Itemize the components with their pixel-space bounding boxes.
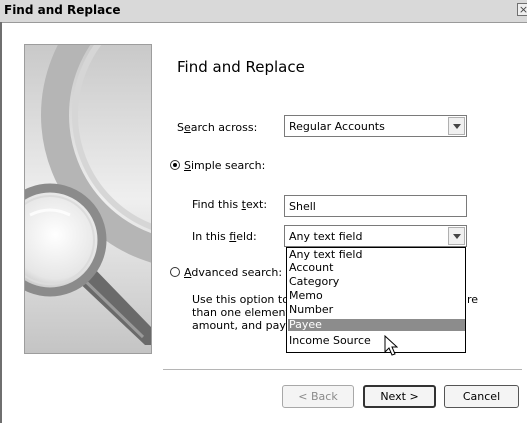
footer-separator [163, 369, 522, 370]
in-field-dropdown[interactable]: Any text field [284, 225, 467, 247]
simple-search-label-text: imple search: [190, 159, 266, 172]
magnifier-illustration [24, 44, 152, 354]
find-text-label: Find this text: [192, 198, 267, 211]
option-account[interactable]: Account [288, 262, 465, 274]
description-line-1b: re [467, 293, 479, 306]
in-field-label-part1: In this [192, 230, 230, 243]
advanced-search-label-text: dvanced search: [191, 266, 283, 279]
advanced-search-radio[interactable] [170, 267, 180, 277]
find-text-value: Shell [289, 200, 316, 213]
simple-search-label[interactable]: Simple search: [184, 159, 265, 172]
option-any-text-field[interactable]: Any text field [288, 249, 465, 261]
cancel-button[interactable]: Cancel [444, 385, 519, 408]
find-text-label-part1: Find this [192, 198, 242, 211]
search-across-label-part2: arch across: [190, 121, 258, 134]
in-field-options-list[interactable]: Any text field Account Category Memo Num… [286, 247, 466, 353]
mouse-cursor-icon [384, 335, 398, 356]
title-bar: Find and Replace × [0, 0, 527, 23]
option-payee[interactable]: Payee [288, 319, 465, 331]
option-income-source[interactable]: Income Source [288, 335, 465, 347]
window-border [0, 22, 2, 423]
close-button[interactable]: × [517, 3, 527, 16]
in-field-value: Any text field [289, 230, 363, 243]
page-title: Find and Replace [177, 58, 305, 76]
search-across-value: Regular Accounts [289, 120, 385, 133]
chevron-down-icon[interactable] [448, 117, 465, 135]
advanced-search-label[interactable]: Advanced search: [184, 266, 282, 279]
simple-search-radio[interactable] [170, 160, 180, 170]
option-category[interactable]: Category [288, 276, 465, 288]
in-field-label: In this field: [192, 230, 257, 243]
next-button[interactable]: Next > [363, 385, 436, 408]
search-across-dropdown[interactable]: Regular Accounts [284, 115, 467, 137]
option-number[interactable]: Number [288, 304, 465, 316]
magnifier-icon [25, 45, 151, 353]
chevron-down-icon[interactable] [448, 227, 465, 245]
simple-search-label-accel: S [184, 159, 191, 172]
description-line-1a: Use this option to s [192, 293, 299, 306]
window-title: Find and Replace [4, 3, 121, 17]
back-button[interactable]: < Back [282, 385, 354, 408]
search-across-label-accel: e [183, 121, 191, 134]
search-across-label: Search across: [177, 121, 257, 134]
option-memo[interactable]: Memo [288, 290, 465, 302]
in-field-label-part2: ield: [236, 230, 257, 243]
find-text-label-part2: ext: [245, 198, 268, 211]
find-text-input[interactable]: Shell [284, 195, 467, 217]
search-across-label-part1: S [177, 121, 184, 134]
